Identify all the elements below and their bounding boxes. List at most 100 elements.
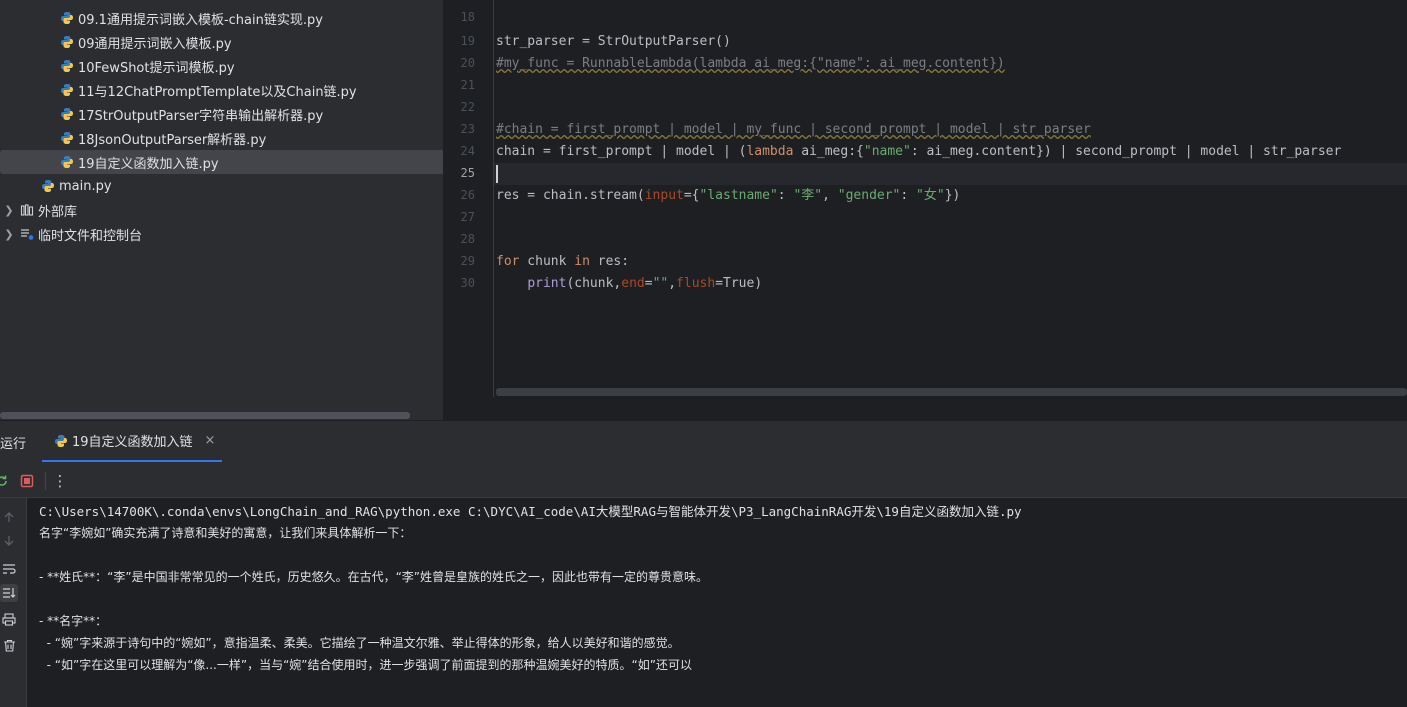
tree-external-libraries[interactable]: ❯ 外部库 bbox=[0, 198, 434, 222]
code-line-23: #chain = first_prompt | model | my_func … bbox=[496, 119, 1091, 141]
code-line-20: #my_func = RunnableLambda(lambda ai_meg:… bbox=[496, 53, 1005, 75]
code-text: : ai_meg.content}) | second_prompt | mod… bbox=[910, 144, 1342, 159]
stop-icon[interactable] bbox=[19, 473, 35, 489]
code-text: ai_meg:{ bbox=[793, 144, 864, 159]
code-text: }) bbox=[944, 188, 961, 203]
line-number: 23 bbox=[460, 122, 475, 136]
print-icon[interactable] bbox=[0, 610, 18, 628]
python-file-icon bbox=[61, 60, 73, 72]
code-text: chain = first_prompt | model | ( bbox=[496, 144, 747, 159]
tree-file-label: main.py bbox=[59, 178, 112, 194]
console-line: - “如”字在这里可以理解为“像...一样”，当与“婉”结合使用时，进一步强调了… bbox=[39, 658, 692, 672]
run-tab-label: 19自定义函数加入链 bbox=[72, 435, 193, 450]
close-icon[interactable]: × bbox=[205, 433, 216, 448]
code-param: end bbox=[621, 276, 645, 291]
python-file-icon bbox=[61, 84, 73, 96]
tree-file-selected[interactable]: 19自定义函数加入链.py bbox=[0, 150, 492, 174]
console-line: - “婉”字来源于诗句中的“婉如”，意指温柔、柔美。它描绘了一种温文尔雅、举止得… bbox=[39, 636, 680, 650]
scratch-icon bbox=[20, 227, 34, 241]
library-icon bbox=[20, 203, 34, 217]
toolbar-separator bbox=[45, 472, 46, 490]
code-line-24: chain = first_prompt | model | (lambda a… bbox=[496, 141, 1341, 163]
code-text: : bbox=[777, 188, 794, 203]
tree-item-label: 临时文件和控制台 bbox=[38, 228, 143, 244]
tree-horizontal-scrollbar[interactable] bbox=[0, 412, 410, 419]
tree-file-label: 19自定义函数加入链.py bbox=[78, 156, 219, 172]
console-line: 名字“李婉如”确实充满了诗意和美好的寓意，让我们来具体解析一下： bbox=[39, 526, 412, 540]
python-file-icon bbox=[55, 434, 67, 447]
code-line-19: str_parser = StrOutputParser() bbox=[496, 31, 731, 53]
code-text: , bbox=[668, 276, 677, 291]
code-string: "name" bbox=[863, 144, 911, 159]
code-text: =True) bbox=[715, 276, 763, 291]
code-text: : bbox=[900, 188, 917, 203]
tree-file-label: 11与12ChatPromptTemplate以及Chain链.py bbox=[78, 84, 357, 100]
code-keyword: in bbox=[574, 254, 590, 269]
scroll-to-end-icon[interactable] bbox=[0, 584, 18, 602]
code-keyword: lambda bbox=[746, 144, 794, 159]
python-file-icon bbox=[42, 180, 54, 192]
code-text: chunk bbox=[519, 254, 575, 269]
chevron-right-icon[interactable]: ❯ bbox=[2, 204, 16, 217]
line-number-gutter: 18 19 20 21 22 23 24 25 26 27 28 29 30 bbox=[443, 0, 493, 397]
tree-file-main[interactable]: main.py bbox=[0, 174, 473, 198]
line-number: 22 bbox=[460, 100, 475, 114]
arrow-down-icon[interactable] bbox=[0, 532, 18, 550]
tree-file-label: 09通用提示词嵌入模板.py bbox=[78, 36, 232, 52]
tree-item-label: 外部库 bbox=[38, 204, 78, 220]
editor-horizontal-scrollbar[interactable] bbox=[496, 388, 1407, 396]
console-line: - **姓氏**：“李”是中国非常常见的一个姓氏，历史悠久。在古代，“李”姓曾是… bbox=[39, 570, 709, 584]
console-side-toolbar bbox=[0, 498, 27, 707]
tree-file-label: 18JsonOutputParser解析器.py bbox=[78, 132, 267, 148]
code-line-30: print(chunk,end="",flush=True) bbox=[496, 273, 762, 295]
more-options-icon[interactable]: ⋮ bbox=[52, 472, 68, 490]
chevron-right-icon[interactable]: ❯ bbox=[2, 228, 16, 241]
code-string: "李" bbox=[793, 188, 823, 203]
code-string: "" bbox=[652, 276, 669, 291]
line-number: 30 bbox=[460, 276, 475, 290]
rerun-icon[interactable] bbox=[0, 473, 10, 489]
code-line-29: for chunk in res: bbox=[496, 251, 629, 273]
code-param: input bbox=[644, 188, 684, 203]
run-toolbar: ⋮ bbox=[0, 463, 1407, 498]
tree-file-3[interactable]: 11与12ChatPromptTemplate以及Chain链.py bbox=[0, 78, 492, 102]
code-text: res = chain.stream( bbox=[496, 188, 645, 203]
soft-wrap-icon[interactable] bbox=[0, 560, 18, 578]
trash-icon[interactable] bbox=[0, 636, 18, 654]
tree-file-label: 10FewShot提示词模板.py bbox=[78, 60, 235, 76]
code-text: res: bbox=[589, 254, 630, 269]
python-file-icon bbox=[61, 12, 73, 24]
console-output[interactable]: C:\Users\14700K\.conda\envs\LongChain_an… bbox=[27, 498, 1407, 707]
arrow-up-icon[interactable] bbox=[0, 508, 18, 526]
code-string: "lastname" bbox=[699, 188, 778, 203]
line-number-current: 25 bbox=[460, 166, 475, 180]
code-comment: #my_func = RunnableLambda(lambda ai_meg:… bbox=[496, 56, 1005, 71]
tree-file-0[interactable]: 09.1通用提示词嵌入模板-chain链实现.py bbox=[0, 6, 492, 30]
code-param: flush bbox=[676, 276, 716, 291]
line-number: 19 bbox=[460, 34, 475, 48]
line-number: 27 bbox=[460, 210, 475, 224]
code-string: "女" bbox=[916, 188, 945, 203]
tree-file-2[interactable]: 10FewShot提示词模板.py bbox=[0, 54, 492, 78]
tree-file-label: 09.1通用提示词嵌入模板-chain链实现.py bbox=[78, 12, 323, 28]
python-file-icon bbox=[61, 132, 73, 144]
line-number: 20 bbox=[460, 56, 475, 70]
tree-file-5[interactable]: 18JsonOutputParser解析器.py bbox=[0, 126, 492, 150]
tree-scratches[interactable]: ❯ 临时文件和控制台 bbox=[0, 222, 434, 246]
gutter-divider bbox=[493, 0, 494, 397]
tree-file-1[interactable]: 09通用提示词嵌入模板.py bbox=[0, 30, 492, 54]
python-file-icon bbox=[61, 108, 73, 120]
code-text: ={ bbox=[683, 188, 700, 203]
run-window-title: 运行 bbox=[0, 437, 27, 452]
code-text: (chunk, bbox=[566, 276, 622, 291]
line-number: 21 bbox=[460, 78, 475, 92]
code-editor[interactable]: 18 19 20 21 22 23 24 25 26 27 28 29 30 s… bbox=[443, 0, 1407, 420]
tree-file-4[interactable]: 17StrOutputParser字符串输出解析器.py bbox=[0, 102, 492, 126]
code-builtin: print bbox=[527, 276, 567, 291]
line-number: 18 bbox=[460, 10, 475, 24]
line-number: 26 bbox=[460, 188, 475, 202]
tree-file-label: 17StrOutputParser字符串输出解析器.py bbox=[78, 108, 324, 124]
code-text: , bbox=[822, 188, 838, 203]
run-tab[interactable]: 19自定义函数加入链 × bbox=[42, 421, 222, 462]
